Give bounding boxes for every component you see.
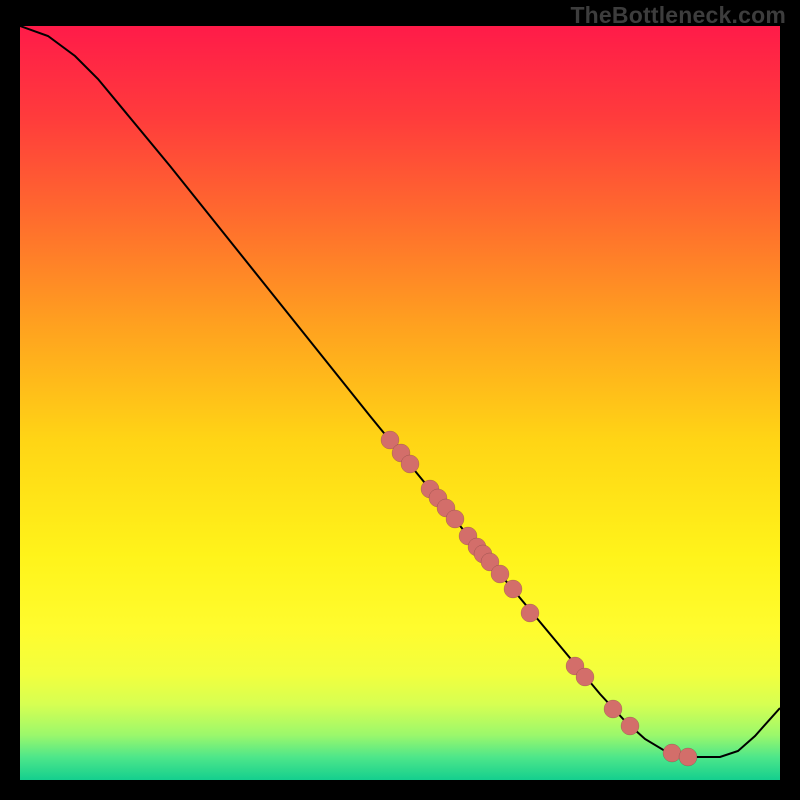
chart-frame: TheBottleneck.com — [0, 0, 800, 800]
gradient-background — [20, 26, 780, 780]
plot-area — [20, 26, 780, 780]
watermark-text: TheBottleneck.com — [570, 2, 786, 29]
